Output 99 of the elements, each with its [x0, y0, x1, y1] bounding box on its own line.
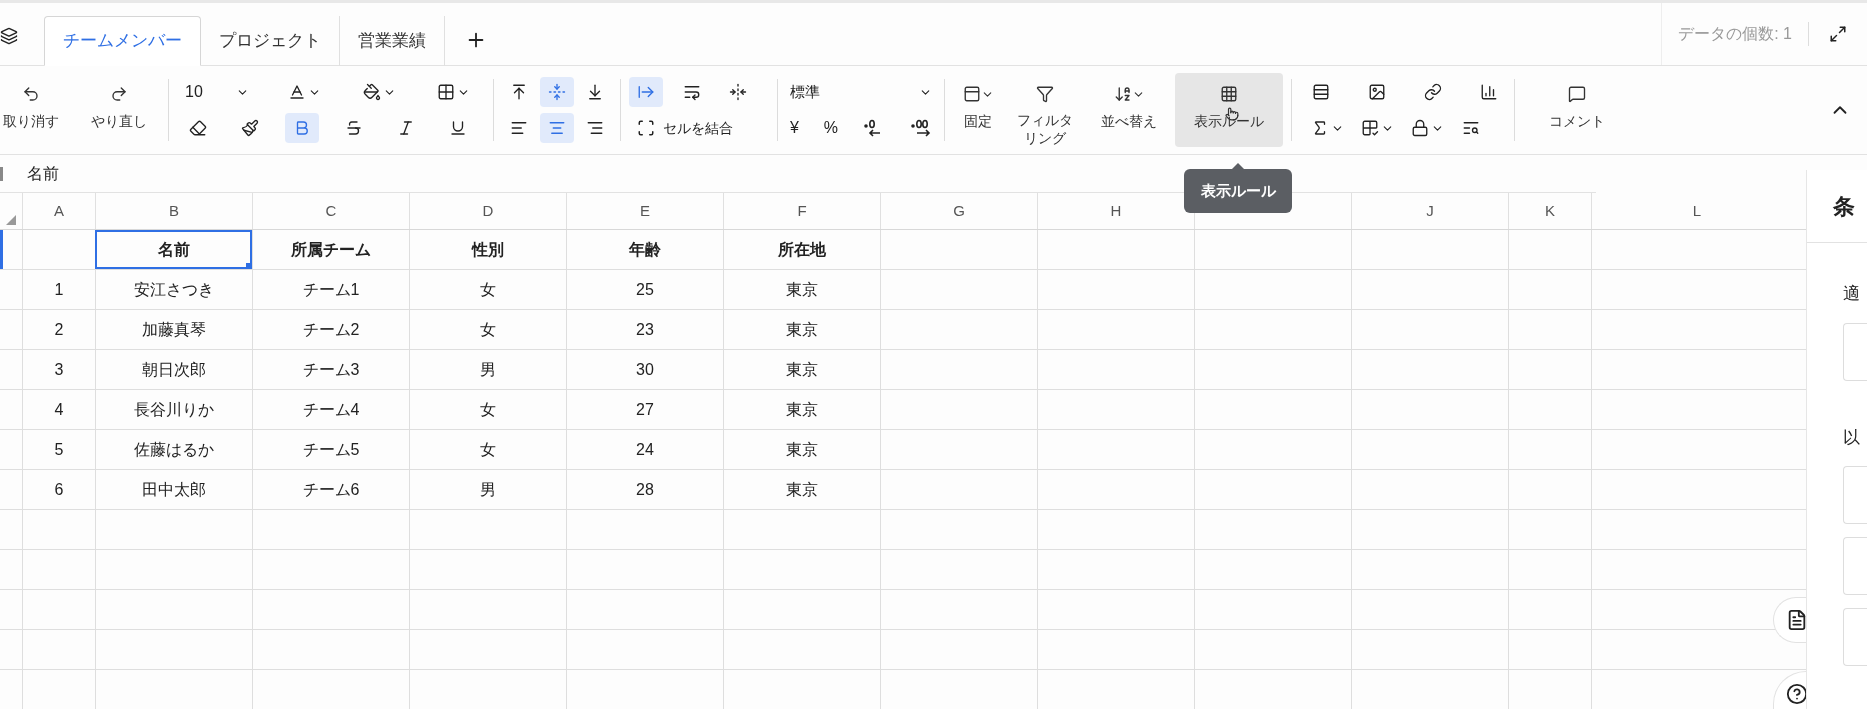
panel-title: 条: [1833, 192, 1855, 221]
table-cell[interactable]: 23: [566, 310, 723, 349]
table-cell[interactable]: 東京: [723, 430, 880, 469]
row-number: 6: [54, 479, 64, 500]
sort-button[interactable]: 並べ替え: [1091, 73, 1167, 147]
row-number: 2: [54, 319, 64, 340]
help-icon: [1786, 683, 1806, 705]
table-cell[interactable]: 佐藤はるか: [95, 430, 252, 469]
condition-field[interactable]: [1843, 466, 1867, 524]
undo-button[interactable]: 取り消す: [0, 73, 62, 147]
table-cell[interactable]: 安江さつき: [95, 270, 252, 309]
redo-button[interactable]: やり直し: [78, 73, 160, 147]
redo-icon: [110, 85, 128, 103]
filter-icon: [1036, 84, 1054, 103]
table-cell[interactable]: 東京: [723, 310, 880, 349]
overflow-icon[interactable]: [629, 77, 663, 107]
percent-format[interactable]: %: [823, 116, 839, 140]
table-cell[interactable]: 24: [566, 430, 723, 469]
merge-icon: [637, 119, 655, 137]
header-cell[interactable]: 名前: [95, 230, 252, 269]
sheet-tab[interactable]: プロジェクト: [201, 16, 340, 66]
column-header[interactable]: A: [54, 199, 64, 223]
grid-icon: [1220, 85, 1238, 103]
header-cell[interactable]: 性別: [409, 230, 566, 269]
table-cell[interactable]: チーム5: [252, 430, 409, 469]
comment-button[interactable]: コメント: [1535, 73, 1619, 147]
display-rule-button[interactable]: 表示ルール: [1175, 73, 1283, 147]
border-grid-icon: [437, 83, 456, 101]
lock-icon: [1410, 119, 1429, 137]
field-label: 以: [1843, 426, 1861, 449]
column-header[interactable]: L: [1692, 199, 1702, 223]
table-cell[interactable]: 女: [409, 310, 566, 349]
formula-value: 名前: [27, 163, 59, 184]
grid-check-icon: [1360, 119, 1379, 137]
font-size-select[interactable]: 10: [181, 77, 253, 107]
table-cell[interactable]: 28: [566, 470, 723, 509]
table-cell[interactable]: チーム3: [252, 350, 409, 389]
value-field[interactable]: [1843, 608, 1867, 666]
header-cell[interactable]: 年齢: [566, 230, 723, 269]
merge-cells-button[interactable]: セルを結合: [629, 113, 769, 143]
increase-decimal-icon[interactable]: [910, 118, 932, 138]
column-header[interactable]: K: [1545, 199, 1555, 223]
table-cell[interactable]: 朝日次郎: [95, 350, 252, 389]
freeze-panel-icon: [962, 85, 981, 103]
field-label: 適: [1843, 283, 1861, 305]
table-cell[interactable]: 東京: [723, 270, 880, 309]
table-cell[interactable]: 東京: [723, 350, 880, 389]
column-header[interactable]: C: [325, 199, 337, 223]
condition-field[interactable]: [1843, 537, 1867, 595]
data-count: データの個数: 1: [1678, 22, 1809, 46]
column-header[interactable]: H: [1110, 199, 1122, 223]
column-header[interactable]: D: [482, 199, 494, 223]
filter-button[interactable]: フィルタリング: [1011, 73, 1079, 147]
undo-icon: [22, 85, 40, 103]
align-center-icon[interactable]: [540, 113, 574, 143]
comment-icon: [1568, 85, 1586, 103]
tooltip: 表示ルール: [1184, 163, 1292, 213]
table-cell[interactable]: 25: [566, 270, 723, 309]
sheet-tab[interactable]: 営業業績: [340, 16, 445, 66]
table-cell[interactable]: チーム6: [252, 470, 409, 509]
table-cell[interactable]: 男: [409, 350, 566, 389]
header-cell[interactable]: 所属チーム: [252, 230, 409, 269]
table-cell[interactable]: 東京: [723, 470, 880, 509]
number-format-select[interactable]: 標準: [786, 77, 936, 107]
header-cell[interactable]: 所在地: [723, 230, 880, 269]
sheet-tab[interactable]: チームメンバー: [44, 16, 201, 66]
table-cell[interactable]: 田中太郎: [95, 470, 252, 509]
freeze-button[interactable]: 固定: [953, 73, 1003, 147]
row-number: 3: [54, 359, 64, 380]
bold-icon[interactable]: [285, 113, 319, 143]
fill-color-icon: [362, 83, 381, 101]
table-cell[interactable]: チーム1: [252, 270, 409, 309]
table-cell[interactable]: 男: [409, 470, 566, 509]
table-cell[interactable]: 27: [566, 390, 723, 429]
table-cell[interactable]: 女: [409, 270, 566, 309]
table-cell[interactable]: 女: [409, 430, 566, 469]
column-header[interactable]: F: [797, 199, 807, 223]
document-icon: [1786, 609, 1806, 631]
row-number: 4: [54, 399, 64, 420]
row-number: 5: [54, 439, 64, 460]
row-number: 1: [54, 279, 64, 300]
table-cell[interactable]: 女: [409, 390, 566, 429]
select-all-icon[interactable]: [6, 215, 16, 225]
layers-icon[interactable]: [0, 27, 18, 45]
column-header[interactable]: E: [640, 199, 650, 223]
table-cell[interactable]: チーム2: [252, 310, 409, 349]
column-header[interactable]: J: [1426, 199, 1434, 223]
table-cell[interactable]: 30: [566, 350, 723, 389]
table-cell[interactable]: 加藤真琴: [95, 310, 252, 349]
column-header[interactable]: G: [953, 199, 965, 223]
table-cell[interactable]: チーム4: [252, 390, 409, 429]
selection-marker: [0, 230, 3, 269]
expand-icon[interactable]: [1829, 25, 1847, 43]
sort-icon: [1113, 85, 1132, 103]
table-cell[interactable]: 東京: [723, 390, 880, 429]
table-cell[interactable]: 長谷川りか: [95, 390, 252, 429]
font-color-icon: [288, 83, 307, 101]
column-header[interactable]: B: [169, 199, 179, 223]
currency-format[interactable]: ¥: [790, 116, 799, 140]
